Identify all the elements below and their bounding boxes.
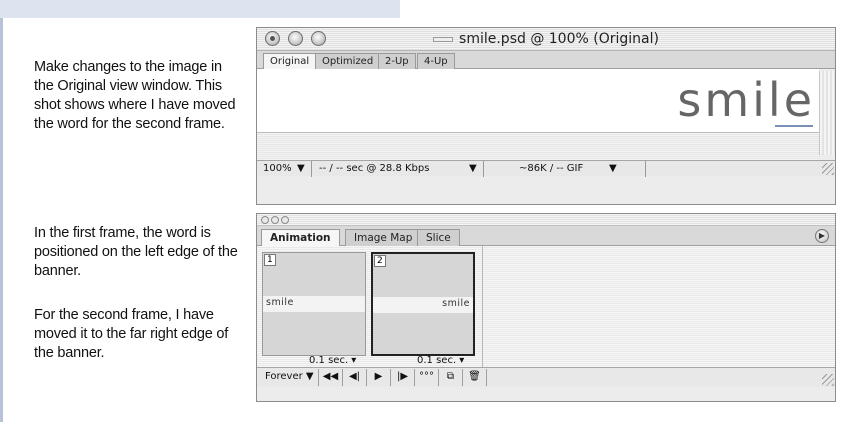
left-rule (0, 18, 3, 422)
caption-second-frame: For the second frame, I have moved it to… (34, 307, 229, 361)
frame-number: 1 (264, 254, 276, 266)
frame-number: 2 (374, 255, 386, 267)
animation-controls: Forever ▼ ◀◀ ◀| ▶ |▶ °°° ⧉ 🗑 (257, 367, 835, 387)
status-divider (311, 161, 312, 177)
status-divider (645, 161, 646, 177)
caption-original-view: Make changes to the image in the Origina… (34, 59, 236, 132)
download-time[interactable]: -- / -- sec @ 28.8 Kbps (319, 162, 429, 176)
new-frame-icon[interactable]: ⧉ (439, 369, 463, 386)
frame-thumbnail-2[interactable]: 2 smile (371, 252, 475, 356)
play-icon[interactable]: ▶ (367, 369, 391, 386)
zoom-level[interactable]: 100% (263, 162, 292, 176)
tab-optimized[interactable]: Optimized (315, 53, 381, 69)
resize-grip-icon[interactable] (822, 374, 834, 386)
canvas-gutter (257, 133, 819, 160)
file-size: ~86K / -- GIF (519, 163, 584, 174)
palette-minimize-button[interactable] (271, 216, 279, 224)
frame-delay-1[interactable]: 0.1 sec. ▾ (309, 355, 356, 366)
status-divider (483, 161, 484, 177)
frame-delay-2[interactable]: 0.1 sec. ▾ (417, 355, 464, 366)
vertical-scrollbar[interactable] (819, 71, 835, 155)
download-dropdown-icon[interactable]: ▼ (469, 162, 477, 176)
window-statusbar: 100% ▼ -- / -- sec @ 28.8 Kbps ▼ ~86K / … (257, 160, 835, 177)
first-frame-icon[interactable]: ◀◀ (319, 369, 343, 386)
original-view-window: smile.psd @ 100% (Original) Original Opt… (256, 27, 836, 205)
window-title-wrap: smile.psd @ 100% (Original) (257, 31, 835, 47)
text-cursor-underline (775, 125, 813, 127)
next-frame-icon[interactable]: |▶ (391, 369, 415, 386)
canvas-word: smile (677, 73, 815, 127)
window-title: smile.psd @ 100% (Original) (459, 31, 659, 47)
tab-image-map[interactable]: Image Map (345, 229, 422, 246)
trash-icon[interactable]: 🗑 (463, 369, 487, 386)
header-band (0, 0, 400, 18)
tab-animation[interactable]: Animation (261, 229, 340, 246)
palette-menu-icon[interactable]: ▶ (815, 229, 829, 243)
document-proxy-icon[interactable] (433, 36, 454, 42)
tween-icon[interactable]: °°° (415, 369, 439, 386)
tab-slice[interactable]: Slice (417, 229, 460, 246)
palette-tabs: Animation Image Map Slice ▶ (257, 226, 835, 246)
animation-palette: Animation Image Map Slice ▶ 1 smile 0.1 … (256, 213, 836, 402)
resize-grip-icon[interactable] (822, 163, 834, 175)
tab-4-up[interactable]: 4-Up (417, 53, 455, 69)
frame-thumbnail-1[interactable]: 1 smile (262, 252, 366, 356)
zoom-dropdown-icon[interactable]: ▼ (297, 162, 305, 176)
tab-2-up[interactable]: 2-Up (378, 53, 416, 69)
palette-zoom-button[interactable] (281, 216, 289, 224)
view-tabs: Original Optimized 2-Up 4-Up (257, 51, 835, 69)
loop-select[interactable]: Forever ▼ (261, 369, 319, 386)
palette-close-button[interactable] (261, 216, 269, 224)
previous-frame-icon[interactable]: ◀| (343, 369, 367, 386)
frames-strip: 1 smile 0.1 sec. ▾ 2 smile 0.1 sec. ▾ (257, 246, 835, 367)
palette-titlebar[interactable] (257, 214, 835, 226)
tab-original[interactable]: Original (263, 53, 317, 69)
frame-word: smile (442, 298, 470, 309)
image-canvas[interactable]: smile (257, 69, 819, 133)
caption-first-frame: In the first frame, the word is position… (34, 225, 238, 279)
frames-divider (482, 246, 483, 367)
format-dropdown-icon[interactable]: ▼ (609, 162, 617, 176)
window-titlebar[interactable]: smile.psd @ 100% (Original) (257, 28, 835, 51)
frame-word: smile (266, 297, 294, 308)
